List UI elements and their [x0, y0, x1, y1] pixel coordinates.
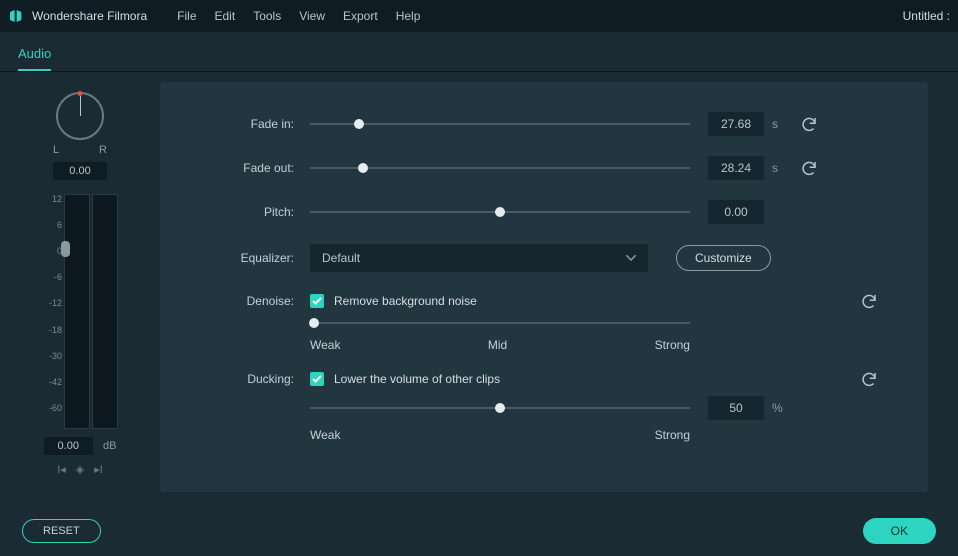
ducking-row: Ducking: Lower the volume of other clips — [210, 370, 878, 388]
left-panel: L R 0.00 12 6 0 -6 -12 -18 -30 -42 -60 0… — [0, 82, 160, 492]
slider-thumb — [495, 207, 505, 217]
ducking-checkbox[interactable] — [310, 372, 324, 386]
vu-tick: -30 — [42, 351, 62, 361]
footer: RESET OK — [0, 506, 958, 556]
audio-settings-panel: Fade in: 27.68 s Fade out: 28.24 s Pitch… — [160, 82, 928, 492]
vu-tick: 6 — [42, 220, 62, 230]
menu-file[interactable]: File — [177, 9, 196, 23]
ducking-strong-label: Strong — [655, 428, 690, 442]
menu-tools[interactable]: Tools — [253, 9, 281, 23]
pitch-row: Pitch: 0.00 — [210, 200, 878, 224]
add-keyframe-icon[interactable]: ◈ — [76, 463, 84, 476]
fade-in-label: Fade in: — [210, 117, 310, 131]
denoise-checkbox-label: Remove background noise — [334, 294, 477, 308]
ok-button[interactable]: OK — [863, 518, 936, 544]
denoise-slider[interactable] — [310, 316, 690, 330]
volume-value[interactable]: 0.00 — [44, 437, 93, 455]
ducking-label: Ducking: — [210, 372, 310, 386]
vu-tick: -6 — [42, 272, 62, 282]
fade-in-slider[interactable] — [310, 117, 690, 131]
equalizer-selected: Default — [322, 251, 360, 265]
menu-help[interactable]: Help — [396, 9, 421, 23]
reset-icon[interactable] — [860, 292, 878, 310]
check-icon — [312, 297, 322, 305]
ducking-slider-row: 50 % — [210, 396, 878, 420]
volume-slider-thumb[interactable] — [61, 241, 70, 257]
fade-out-unit: s — [772, 161, 786, 175]
slider-thumb — [358, 163, 368, 173]
main-menu: File Edit Tools View Export Help — [177, 9, 420, 23]
project-title: Untitled : — [903, 9, 950, 23]
fade-out-slider[interactable] — [310, 161, 690, 175]
fade-in-unit: s — [772, 117, 786, 131]
ducking-value[interactable]: 50 — [708, 396, 764, 420]
reset-icon[interactable] — [800, 115, 818, 133]
ducking-range-row: Weak Strong — [210, 422, 878, 442]
tab-bar: Audio — [0, 32, 958, 72]
pan-control: L R 0.00 — [53, 92, 107, 180]
vu-bar-right[interactable] — [92, 194, 118, 429]
reset-icon[interactable] — [800, 159, 818, 177]
pan-r-label: R — [99, 144, 107, 156]
keyframe-controls: I◂ ◈ ▸I — [57, 463, 103, 476]
denoise-weak-label: Weak — [310, 338, 340, 352]
next-keyframe-icon[interactable]: ▸I — [94, 463, 103, 476]
pitch-label: Pitch: — [210, 205, 310, 219]
pitch-value[interactable]: 0.00 — [708, 200, 764, 224]
vu-tick: -18 — [42, 325, 62, 335]
title-bar: Wondershare Filmora File Edit Tools View… — [0, 0, 958, 32]
equalizer-row: Equalizer: Default Customize — [210, 244, 878, 272]
denoise-range-row: Weak Mid Strong — [210, 332, 878, 352]
fade-in-value[interactable]: 27.68 — [708, 112, 764, 136]
denoise-checkbox[interactable] — [310, 294, 324, 308]
vu-tick: 0 — [42, 246, 62, 256]
chevron-down-icon — [626, 255, 636, 261]
vu-scale: 12 6 0 -6 -12 -18 -30 -42 -60 — [42, 194, 62, 429]
equalizer-label: Equalizer: — [210, 251, 310, 265]
menu-view[interactable]: View — [299, 9, 325, 23]
pan-value[interactable]: 0.00 — [53, 162, 106, 180]
vu-tick: -60 — [42, 403, 62, 413]
denoise-mid-label: Mid — [488, 338, 507, 352]
denoise-row: Denoise: Remove background noise — [210, 292, 878, 310]
denoise-label: Denoise: — [210, 294, 310, 308]
fade-out-row: Fade out: 28.24 s — [210, 156, 878, 180]
equalizer-select[interactable]: Default — [310, 244, 648, 272]
volume-meter: 12 6 0 -6 -12 -18 -30 -42 -60 — [42, 194, 118, 429]
slider-thumb — [495, 403, 505, 413]
vu-value-row: 0.00 dB — [44, 437, 117, 455]
pitch-slider[interactable] — [310, 205, 690, 219]
vu-bar-left[interactable] — [64, 194, 90, 429]
fade-in-row: Fade in: 27.68 s — [210, 112, 878, 136]
ducking-weak-label: Weak — [310, 428, 340, 442]
pan-dial[interactable] — [56, 92, 104, 140]
fade-out-value[interactable]: 28.24 — [708, 156, 764, 180]
prev-keyframe-icon[interactable]: I◂ — [57, 463, 66, 476]
denoise-strong-label: Strong — [655, 338, 690, 352]
vu-tick: -12 — [42, 298, 62, 308]
menu-export[interactable]: Export — [343, 9, 378, 23]
app-logo-icon — [8, 8, 24, 24]
app-name: Wondershare Filmora — [32, 9, 147, 23]
customize-button[interactable]: Customize — [676, 245, 771, 271]
volume-unit: dB — [103, 440, 116, 452]
pan-lr-labels: L R — [53, 144, 107, 156]
denoise-slider-row — [210, 316, 878, 330]
reset-icon[interactable] — [860, 370, 878, 388]
ducking-checkbox-label: Lower the volume of other clips — [334, 372, 500, 386]
vu-tick: -42 — [42, 377, 62, 387]
vu-tick: 12 — [42, 194, 62, 204]
tab-audio[interactable]: Audio — [18, 38, 51, 71]
fade-out-label: Fade out: — [210, 161, 310, 175]
check-icon — [312, 375, 322, 383]
slider-thumb — [309, 318, 319, 328]
main-area: L R 0.00 12 6 0 -6 -12 -18 -30 -42 -60 0… — [0, 72, 958, 502]
reset-button[interactable]: RESET — [22, 519, 101, 543]
ducking-unit: % — [772, 401, 786, 415]
ducking-slider[interactable] — [310, 401, 690, 415]
pan-l-label: L — [53, 144, 59, 156]
pan-needle — [80, 96, 81, 116]
slider-thumb — [354, 119, 364, 129]
menu-edit[interactable]: Edit — [215, 9, 236, 23]
